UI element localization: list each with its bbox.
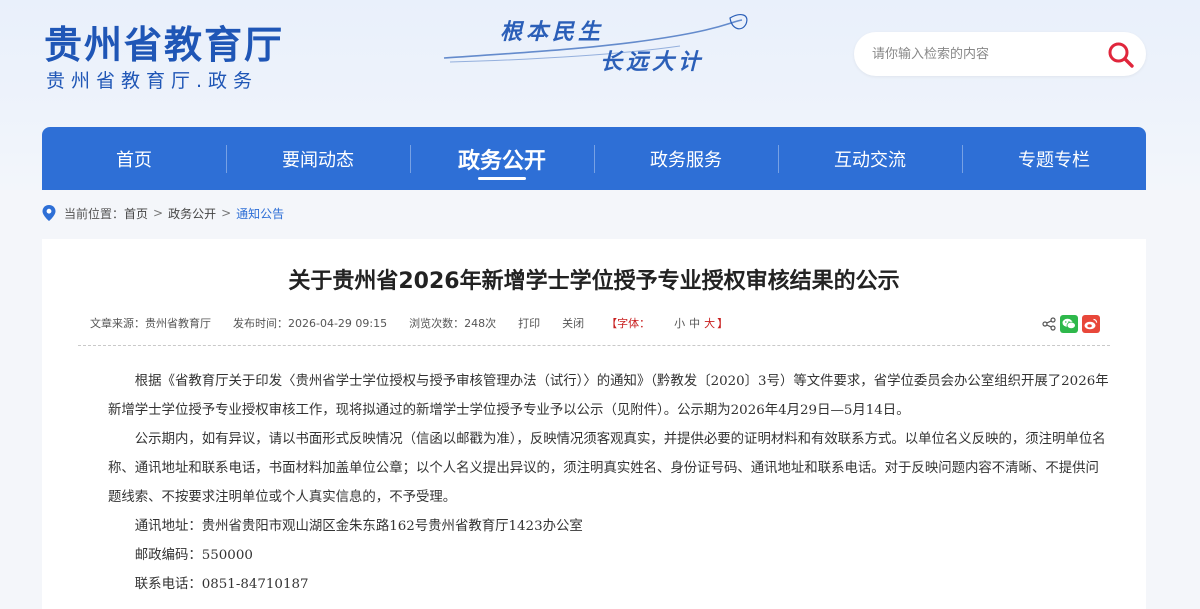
- font-size-small-button[interactable]: 小: [674, 317, 685, 330]
- close-button[interactable]: 关闭: [562, 315, 584, 331]
- nav-item-gov-services[interactable]: 政务服务: [594, 127, 778, 190]
- breadcrumb-home[interactable]: 首页: [124, 205, 148, 222]
- font-size-suffix: 】: [717, 317, 729, 330]
- font-size-large-button[interactable]: 大: [704, 317, 715, 330]
- nav-item-home[interactable]: 首页: [42, 127, 226, 190]
- weibo-icon: [1084, 318, 1098, 330]
- article-source: 文章来源：贵州省教育厅: [90, 317, 211, 330]
- nav-item-gov-affairs-open[interactable]: 政务公开: [410, 127, 594, 190]
- slogan-line-1: 根本民生: [500, 19, 605, 45]
- article-paragraph: 公示期内，如有异议，请以书面形式反映情况（信函以邮戳为准），反映情况须客观真实，…: [108, 432, 1106, 505]
- breadcrumb-notices[interactable]: 通知公告: [236, 205, 284, 222]
- meta-divider: [78, 345, 1110, 346]
- nav-item-news[interactable]: 要闻动态: [226, 127, 410, 190]
- article-publish-time: 发布时间：2026-04-29 09:15: [233, 317, 388, 330]
- share-weibo-button[interactable]: [1082, 315, 1100, 333]
- location-pin-icon: [42, 205, 56, 221]
- font-size-medium-button[interactable]: 中: [689, 317, 700, 330]
- article-paragraph: 根据《省教育厅关于印发〈贵州省学士学位授权与授予审核管理办法（试行）〉的通知》（…: [108, 374, 1109, 418]
- breadcrumb-prefix: 当前位置：: [64, 206, 125, 221]
- article-body: 根据《省教育厅关于印发〈贵州省学士学位授权与授予审核管理办法（试行）〉的通知》（…: [108, 367, 1112, 599]
- search-input[interactable]: [872, 42, 1092, 66]
- breadcrumb-separator: >: [221, 206, 232, 220]
- share-wechat-button[interactable]: [1060, 315, 1078, 333]
- slogan-line-2: 长远大计: [600, 49, 705, 75]
- slogan: 根本民生 长远大计: [440, 10, 760, 80]
- search-icon[interactable]: [1106, 40, 1136, 70]
- print-button[interactable]: 打印: [518, 315, 540, 331]
- article-view-count: 浏览次数：248次: [409, 317, 497, 330]
- contact-phone: 联系电话：0851-84710187: [134, 577, 309, 592]
- nav-item-special-topics[interactable]: 专题专栏: [962, 127, 1146, 190]
- breadcrumb-separator: >: [153, 206, 164, 220]
- wechat-icon: [1062, 318, 1076, 330]
- article-title: 关于贵州省2026年新增学士学位授予专业授权审核结果的公示: [288, 269, 900, 294]
- site-logo-subtitle: 贵州省教育厅.政务: [46, 70, 259, 92]
- nav-item-interaction[interactable]: 互动交流: [778, 127, 962, 190]
- contact-postcode: 邮政编码：550000: [134, 548, 253, 563]
- font-size-control: 【字体： 小中大】: [606, 315, 750, 331]
- share-bar: [1038, 315, 1100, 333]
- site-logo-title[interactable]: 贵州省教育厅: [44, 14, 284, 69]
- article-panel: 关于贵州省2026年新增学士学位授予专业授权审核结果的公示 文章来源：贵州省教育…: [42, 239, 1146, 609]
- font-size-prefix: 【字体：: [606, 317, 651, 330]
- breadcrumb-gov-affairs-open[interactable]: 政务公开: [168, 205, 216, 222]
- main-nav: 首页 要闻动态 政务公开 政务服务 互动交流 专题专栏: [42, 127, 1146, 190]
- breadcrumb: 当前位置： 首页 > 政务公开 > 通知公告: [42, 203, 284, 223]
- share-icon[interactable]: [1042, 317, 1056, 331]
- article-meta: 文章来源：贵州省教育厅 发布时间：2026-04-29 09:15 浏览次数：2…: [90, 315, 750, 331]
- contact-address: 通讯地址：贵州省贵阳市观山湖区金朱东路162号贵州省教育厅1423办公室: [134, 519, 583, 534]
- search-box: [854, 32, 1146, 76]
